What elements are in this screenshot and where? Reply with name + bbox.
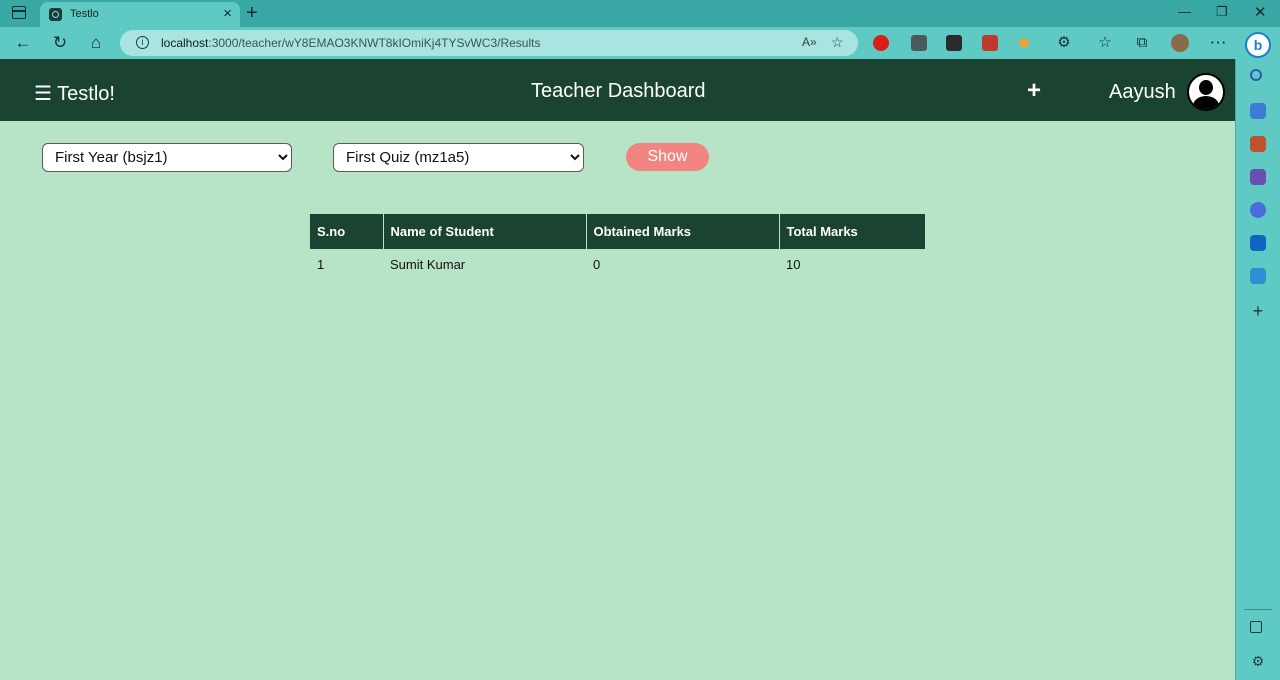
react-favicon-icon [49,8,62,21]
browser-toolbar: ← ↻ ⌂ i localhost:3000/teacher/wY8EMAO3K… [0,27,1280,59]
cell-total-marks: 10 [786,257,801,272]
collections-icon[interactable]: ⧉ [1130,31,1154,55]
minimize-icon[interactable]: — [1178,4,1191,19]
brand[interactable]: ☰ Testlo! [34,81,115,106]
excel-extension-icon[interactable] [911,35,927,51]
cell-obtained-marks: 0 [593,257,601,272]
profile-avatar-icon[interactable] [1171,34,1189,52]
edge-sidebar: + ⚙ [1235,59,1280,680]
color-picker-extension-icon[interactable] [1019,38,1029,48]
header-obtained-marks: Obtained Marks [585,214,779,249]
extensions-icon[interactable]: ⚙ [1052,31,1076,55]
hide-sidebar-icon[interactable] [1250,621,1262,633]
maximize-icon[interactable]: ❐ [1216,4,1228,20]
class-select[interactable]: First Year (bsjz1) [42,143,292,172]
tools-icon[interactable] [1250,136,1266,152]
tab-actions-icon[interactable] [12,6,26,19]
site-info-icon[interactable]: i [136,36,149,49]
opera-extension-icon[interactable] [873,35,889,51]
user-name[interactable]: Aayush [1109,81,1176,104]
page-title: Teacher Dashboard [531,80,706,102]
add-icon[interactable]: + [1027,77,1041,105]
outlook-icon[interactable] [1250,235,1266,251]
browser-tab[interactable]: Testlo × [40,2,240,27]
table-header-row: S.no Name of Student Obtained Marks Tota… [310,214,925,249]
read-aloud-icon[interactable]: A» [802,35,817,49]
home-icon[interactable]: ⌂ [84,31,108,55]
drop-icon[interactable] [1250,268,1266,284]
more-options-icon[interactable]: ⋯ [1206,31,1230,55]
save-extension-icon[interactable] [946,35,962,51]
header-student-name: Name of Student [382,214,586,249]
games-icon[interactable] [1250,169,1266,185]
screenshot-extension-icon[interactable] [982,35,998,51]
add-sidebar-app-icon[interactable]: + [1250,302,1266,320]
tab-close-icon[interactable]: × [223,5,232,23]
bing-copilot-icon[interactable]: b [1245,32,1271,58]
shopping-icon[interactable] [1250,103,1266,119]
address-bar[interactable]: i localhost:3000/teacher/wY8EMAO3KNWT8kI… [120,30,858,56]
browser-tab-bar: Testlo × + — ❐ ✕ [0,0,1280,27]
back-icon[interactable]: ← [11,31,35,55]
cell-student-name: Sumit Kumar [390,257,466,272]
sidebar-settings-icon[interactable]: ⚙ [1250,653,1266,669]
url-path: :3000/teacher/wY8EMAO3KNWT8kIOmiKj4TYSvW… [208,36,541,50]
search-icon[interactable] [1250,69,1262,81]
header-sno: S.no [310,214,383,249]
favorites-icon[interactable]: ☆ [1093,31,1117,55]
add-favorite-icon[interactable]: ☆ [831,34,844,51]
new-tab-icon[interactable]: + [246,2,258,24]
refresh-icon[interactable]: ↻ [48,31,72,55]
app-header: ☰ Testlo! Teacher Dashboard + Aayush [0,59,1235,121]
cell-sno: 1 [317,257,325,272]
microsoft365-icon[interactable] [1250,202,1266,218]
avatar[interactable] [1187,73,1225,111]
quiz-select[interactable]: First Quiz (mz1a5) [333,143,584,172]
header-total-marks: Total Marks [778,214,925,249]
tab-title: Testlo [70,8,99,20]
brand-name: Testlo! [57,83,115,105]
sidebar-divider [1244,609,1272,610]
show-button[interactable]: Show [626,143,709,171]
close-window-icon[interactable]: ✕ [1254,3,1267,21]
url-text[interactable]: localhost:3000/teacher/wY8EMAO3KNWT8kIOm… [161,36,540,50]
table-row: 1 Sumit Kumar 0 10 [310,249,925,280]
results-table: S.no Name of Student Obtained Marks Tota… [310,214,925,280]
hamburger-menu-icon[interactable]: ☰ [34,83,52,105]
url-host: localhost [161,36,209,50]
